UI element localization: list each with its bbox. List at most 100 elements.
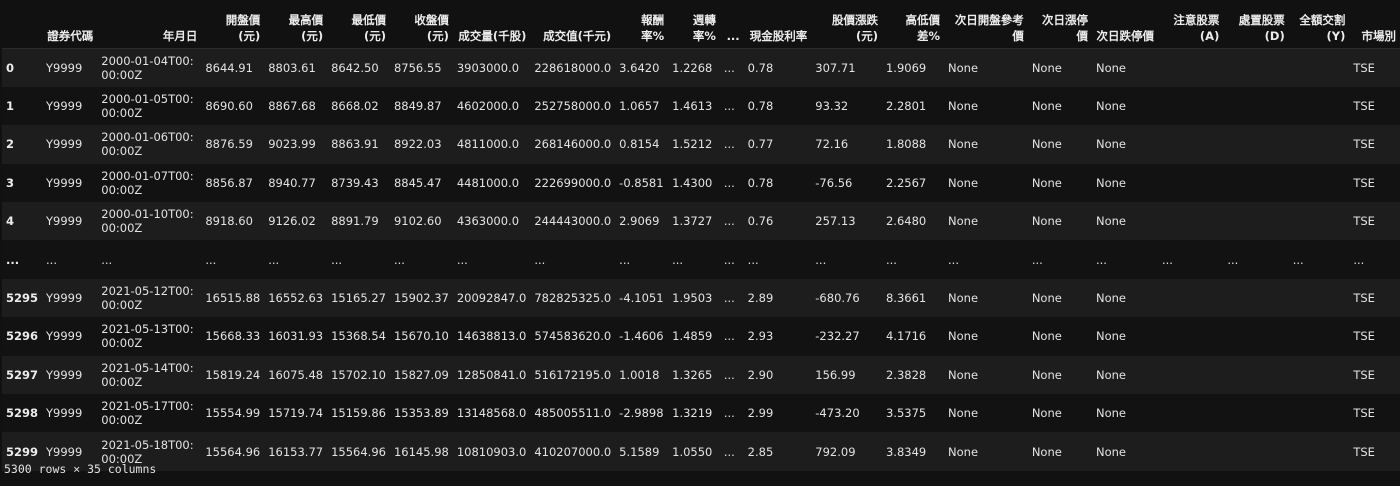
table-cell: TSE [1353,175,1375,190]
table-cell: Y9999 [46,291,83,306]
table-cell: ... [885,252,897,267]
table-cell: None [948,367,979,382]
table-cell: ... [723,175,735,190]
table-cell: 1.2268 [672,60,713,75]
table-cell: 1.9069 [885,60,927,75]
table-cell: 516172195.0 [534,367,612,382]
table-cell: 20092847.0 [456,291,527,306]
table-cell: 2000-01-05T00:00:00Z [101,92,194,121]
table-cell: 8845.47 [393,175,442,190]
table-cell: 15902.37 [393,291,449,306]
table-cell [1158,202,1223,240]
table-cell: 1.3265 [672,367,713,382]
table-cell: 574583620.0 [534,329,612,344]
table-cell: Y9999 [46,367,83,382]
table-cell: 93.32 [815,99,849,114]
table-cell: -0.8581 [619,175,664,190]
table-cell: 16153.77 [268,444,324,459]
table-cell: 8922.03 [393,137,442,152]
table-cell: 307.71 [815,60,856,75]
table-cell [1158,394,1223,432]
header-row: 證券代碼 年月日 開盤價(元) 最高價(元) 最低價(元) 收盤價(元) 成交量(千股) 成交… [2,6,1400,49]
table-cell [1289,356,1350,394]
table-cell: None [948,214,979,229]
table-cell [1158,432,1223,470]
table-cell: ... [268,252,280,267]
table-cell: 9126.02 [268,214,316,229]
table-cell: None [1095,137,1126,152]
table-cell: 2021-05-13T00:00:00Z [101,322,194,351]
table-cell [1289,87,1350,125]
table-cell: Y9999 [46,329,83,344]
notebook-output: 證券代碼 年月日 開盤價(元) 最高價(元) 最低價(元) 收盤價(元) 成交量(千股) 成交… [0,0,1400,486]
table-header: 證券代碼 年月日 開盤價(元) 最高價(元) 最低價(元) 收盤價(元) 成交量(千股) 成交… [2,6,1400,49]
table-cell: 13148568.0 [456,406,527,421]
column-header: 開盤價(元) [201,6,265,49]
table-cell: None [1095,406,1126,421]
column-header: 現金股利率 [743,6,812,49]
table-cell: 8891.79 [331,214,379,229]
table-cell [1223,356,1288,394]
table-cell: None [948,291,979,306]
table-cell: 2.3828 [885,367,927,382]
table-cell: ... [1353,252,1365,267]
table-cell: 15702.10 [331,367,386,382]
table-cell: 16145.98 [393,444,449,459]
table-cell: 8856.87 [205,175,253,190]
table-row: 0 Y9999 2000-01-04T00:00:00Z 8644.91 8803.61… [2,48,1400,87]
table-cell: ... [46,252,57,267]
table-cell: 228618000.0 [534,60,612,75]
table-cell [1289,125,1350,163]
table-cell: 1.5212 [672,137,713,152]
table-cell: None [948,406,979,421]
table-cell: ... [723,60,735,75]
row-index: 5298 [6,406,39,421]
table-cell: -1.4606 [619,329,664,344]
table-cell: -473.20 [815,406,860,421]
table-cell: ... [1095,252,1107,267]
table-cell [1158,356,1223,394]
table-cell: 485005511.0 [534,406,612,421]
index-header [2,6,43,49]
table-cell: ... [534,252,546,267]
table-row: 5295 Y9999 2021-05-12T00:00:00Z 16515.88 165… [2,278,1400,318]
table-cell: 16515.88 [205,291,261,306]
table-cell: 8644.91 [205,60,253,75]
table-cell: None [1031,406,1062,421]
table-cell: ... [1162,252,1173,267]
table-cell: 410207000.0 [534,444,612,459]
table-cell: -4.1051 [619,291,664,306]
table-cell: 8876.59 [205,137,253,152]
table-cell: 2021-05-14T00:00:00Z [101,360,194,389]
table-cell [1158,164,1223,202]
table-cell: 15554.99 [205,406,261,421]
table-cell: ... [723,367,735,382]
table-cell [1223,49,1288,87]
table-cell [1289,202,1350,240]
table-cell [1289,317,1350,355]
table-cell: 15719.74 [268,406,324,421]
table-cell: 4811000.0 [456,137,520,152]
table-cell: ... [672,252,684,267]
table-cell: 15353.89 [393,406,449,421]
column-header: 處置股票(D) [1223,6,1289,49]
table-cell: TSE [1353,329,1375,344]
table-cell [1223,202,1288,240]
table-cell: 8863.91 [331,137,379,152]
table-cell: 8867.68 [268,99,316,114]
table-cell: 1.0018 [619,367,660,382]
table-cell: ... [723,137,735,152]
column-header: 高低價差% [881,6,945,49]
table-cell: 2.89 [747,291,774,306]
table-cell: 15668.33 [205,329,261,344]
table-cell [1158,317,1223,355]
table-cell: 2021-05-17T00:00:00Z [101,399,194,428]
table-cell: -232.27 [815,329,860,344]
table-cell: 14638813.0 [456,329,527,344]
table-cell: 8756.55 [393,60,442,75]
table-cell [1158,87,1223,125]
table-cell: 8668.02 [331,99,379,114]
column-header: 次日漲停價 [1027,6,1092,49]
table-cell: ... [815,252,827,267]
table-cell: TSE [1353,444,1375,459]
